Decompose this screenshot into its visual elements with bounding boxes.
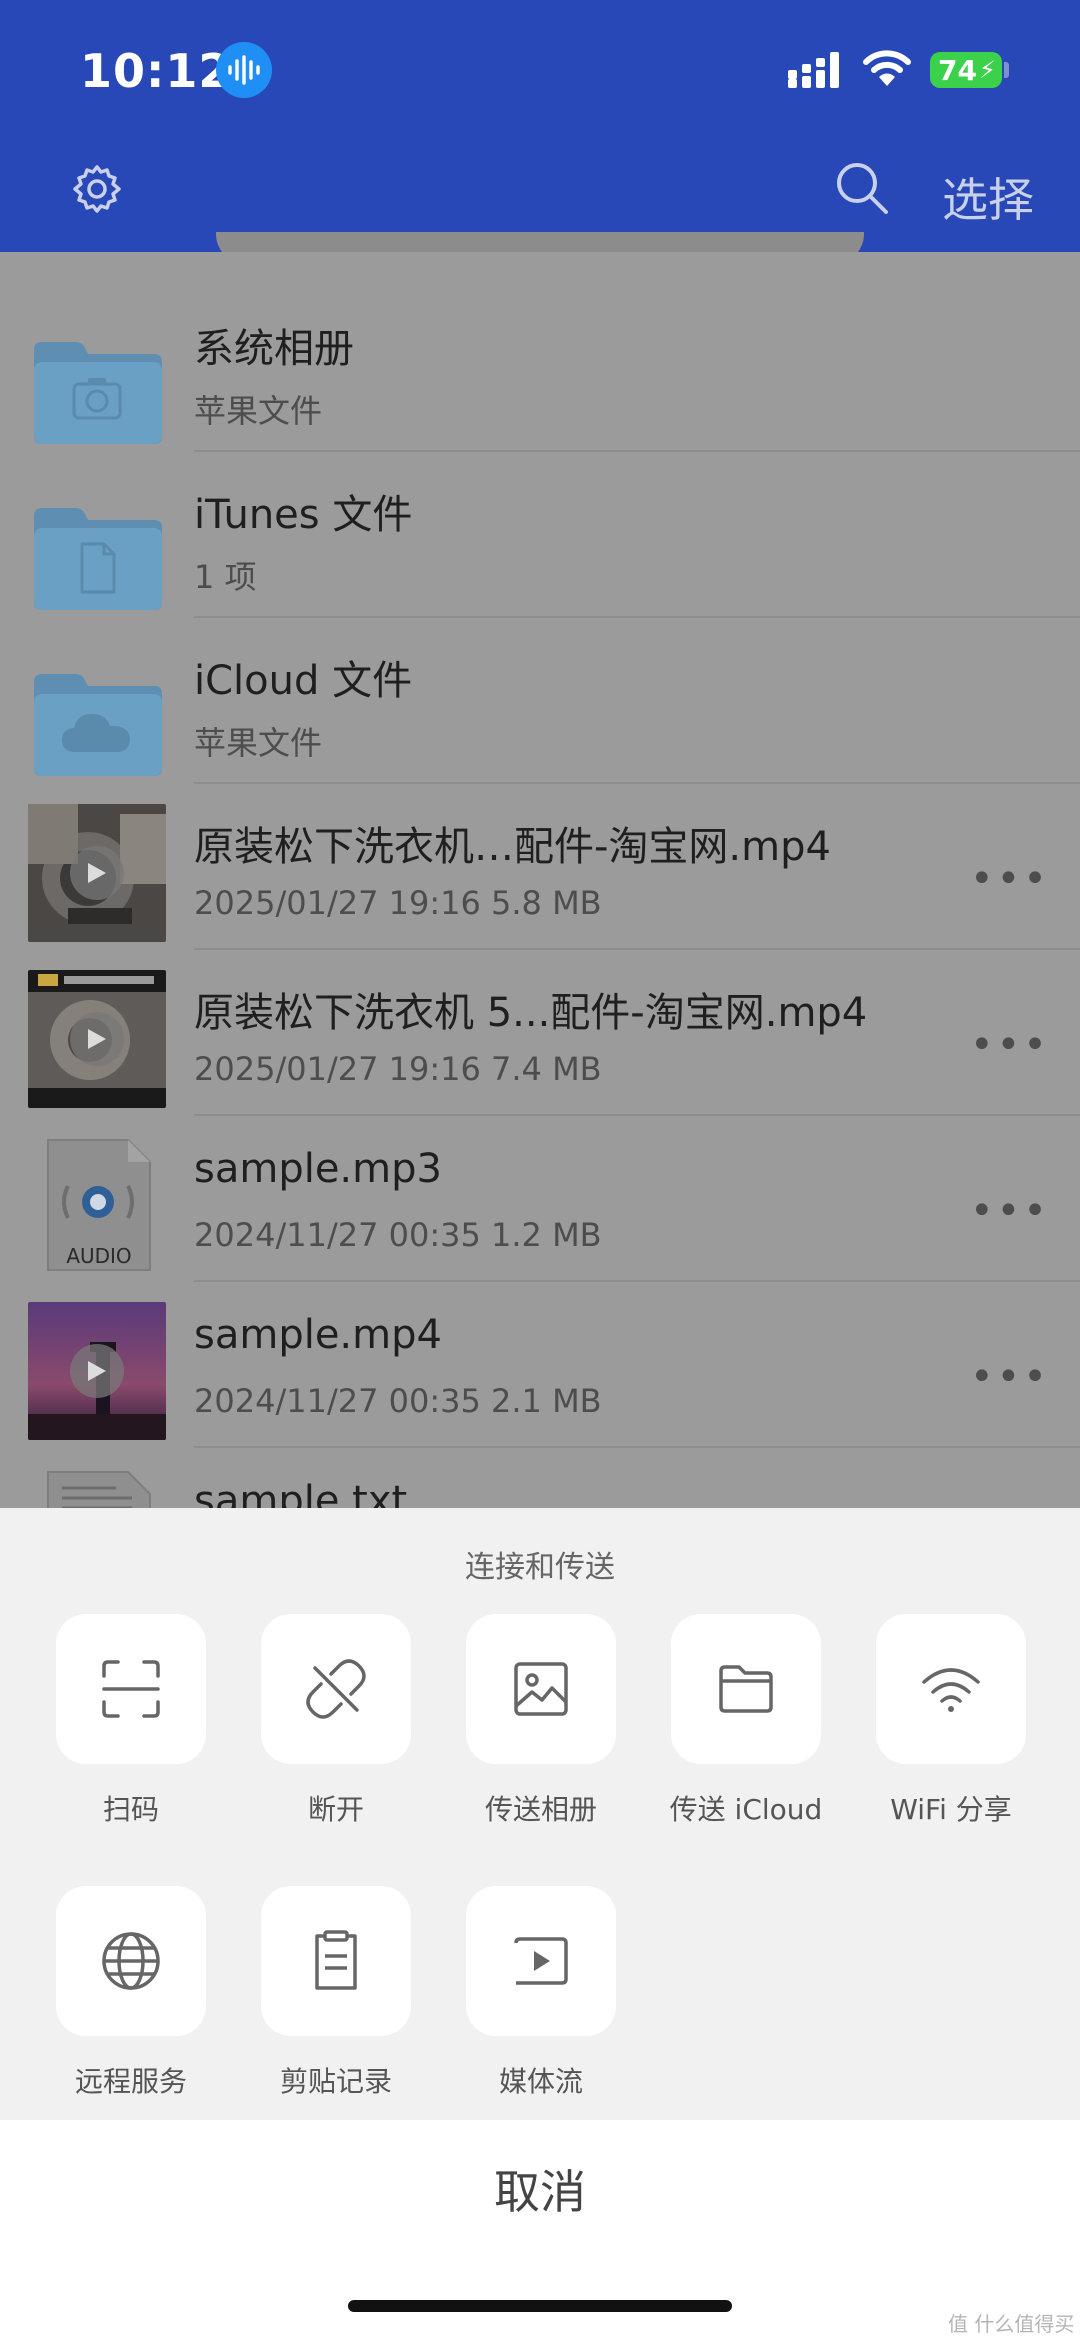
scan-icon	[102, 1660, 160, 1718]
app-header: 10:12 74 ⚡ 选择	[0, 0, 1080, 252]
file-name: iCloud 文件	[194, 658, 413, 704]
voice-recording-icon	[216, 42, 272, 98]
file-row-system-album[interactable]: 系统相册 苹果文件	[0, 286, 1080, 452]
more-options-button[interactable]: •••	[970, 856, 1050, 902]
more-options-button[interactable]: •••	[970, 1022, 1050, 1068]
wifi-share-label: WiFi 分享	[890, 1793, 1012, 1826]
scan-label: 扫码	[102, 1793, 159, 1826]
file-meta: 2024/11/27 00:35 1.2 MB	[194, 1216, 602, 1254]
file-meta: 2025/01/27 19:16 5.8 MB	[194, 884, 602, 922]
file-row-itunes[interactable]: iTunes 文件 1 项	[0, 452, 1080, 618]
clipboard-history-label: 剪贴记录	[279, 2065, 392, 2098]
file-meta: 2024/11/27 00:35 2.1 MB	[194, 1382, 602, 1420]
battery-tip	[1004, 62, 1009, 78]
file-meta: 2025/01/27 19:16 7.4 MB	[194, 1050, 602, 1088]
audio-file-icon: AUDIO	[28, 1136, 166, 1274]
remote-service-label: 远程服务	[74, 2065, 187, 2098]
globe-icon	[102, 1932, 160, 1990]
file-name: 原装松下洗衣机…配件-淘宝网.mp4	[194, 824, 831, 870]
play-icon	[70, 1012, 124, 1066]
connect-transfer-sheet: 连接和传送 扫码 断开 传送相册 传送 iCloud WiFi 分享 远程服务 …	[0, 1508, 1080, 2120]
file-row-video-2[interactable]: 原装松下洗衣机 5...配件-淘宝网.mp4 2025/01/27 19:16 …	[0, 950, 1080, 1116]
file-name: sample.mp4	[194, 1312, 442, 1358]
clipboard-history-button[interactable]	[261, 1886, 411, 2036]
watermark-text: 值 什么值得买	[948, 2312, 1075, 2336]
transfer-album-button[interactable]	[466, 1614, 616, 1764]
file-row-icloud[interactable]: iCloud 文件 苹果文件	[0, 618, 1080, 784]
transfer-album-label: 传送相册	[484, 1793, 597, 1826]
more-options-button[interactable]: •••	[970, 1188, 1050, 1234]
more-options-button[interactable]: •••	[970, 1354, 1050, 1400]
battery-indicator: 74 ⚡	[930, 52, 1002, 88]
file-row-sample-mp4[interactable]: sample.mp4 2024/11/27 00:35 2.1 MB •••	[0, 1282, 1080, 1448]
status-time: 10:12	[80, 44, 232, 98]
video-thumbnail	[28, 970, 166, 1108]
cloud-folder-icon	[34, 674, 162, 776]
wifi-share-button[interactable]	[876, 1614, 1026, 1764]
image-icon	[514, 1662, 568, 1716]
media-stream-button[interactable]	[466, 1886, 616, 2036]
file-name: 原装松下洗衣机 5...配件-淘宝网.mp4	[194, 990, 868, 1036]
wifi-icon	[922, 1668, 980, 1712]
video-thumbnail	[28, 1302, 166, 1440]
video-thumbnail	[28, 804, 166, 942]
play-icon	[70, 1344, 124, 1398]
document-folder-icon	[34, 508, 162, 610]
clipboard-icon	[315, 1930, 357, 1990]
file-name: 系统相册	[194, 326, 354, 372]
file-name: iTunes 文件	[194, 492, 413, 538]
transfer-icloud-label: 传送 iCloud	[669, 1793, 823, 1826]
disconnect-label: 断开	[307, 1793, 364, 1826]
battery-level: 74	[938, 53, 977, 87]
file-meta: 1 项	[194, 558, 257, 596]
remote-service-button[interactable]	[56, 1886, 206, 2036]
unlink-icon	[306, 1659, 366, 1719]
wifi-status-icon	[863, 50, 911, 86]
transfer-icloud-button[interactable]	[671, 1614, 821, 1764]
disconnect-button[interactable]	[261, 1614, 411, 1764]
camera-folder-icon	[34, 342, 162, 444]
media-stream-label: 媒体流	[498, 2065, 583, 2098]
audio-badge: AUDIO	[66, 1244, 132, 1268]
file-meta: 苹果文件	[194, 392, 323, 430]
media-play-icon	[514, 1937, 568, 1985]
sheet-title: 连接和传送	[465, 1550, 615, 1585]
play-icon	[70, 846, 124, 900]
file-row-video-1[interactable]: 原装松下洗衣机…配件-淘宝网.mp4 2025/01/27 19:16 5.8 …	[0, 784, 1080, 950]
folder-icon	[719, 1665, 773, 1713]
cellular-signal-icon	[788, 52, 839, 88]
charging-bolt-icon: ⚡	[978, 56, 996, 84]
select-button[interactable]: 选择	[942, 164, 1034, 230]
cancel-button[interactable]: 取消	[0, 2156, 1080, 2222]
scan-button[interactable]	[56, 1614, 206, 1764]
file-row-audio[interactable]: AUDIO sample.mp3 2024/11/27 00:35 1.2 MB…	[0, 1116, 1080, 1282]
search-icon[interactable]	[834, 160, 890, 216]
file-meta: 苹果文件	[194, 724, 323, 762]
home-indicator[interactable]	[348, 2300, 732, 2312]
file-list: 系统相册 苹果文件 iTunes 文件 1 项 iCloud 文件 苹果文件 原…	[0, 252, 1080, 1603]
settings-gear-icon[interactable]	[72, 164, 122, 214]
file-name: sample.mp3	[194, 1146, 442, 1192]
